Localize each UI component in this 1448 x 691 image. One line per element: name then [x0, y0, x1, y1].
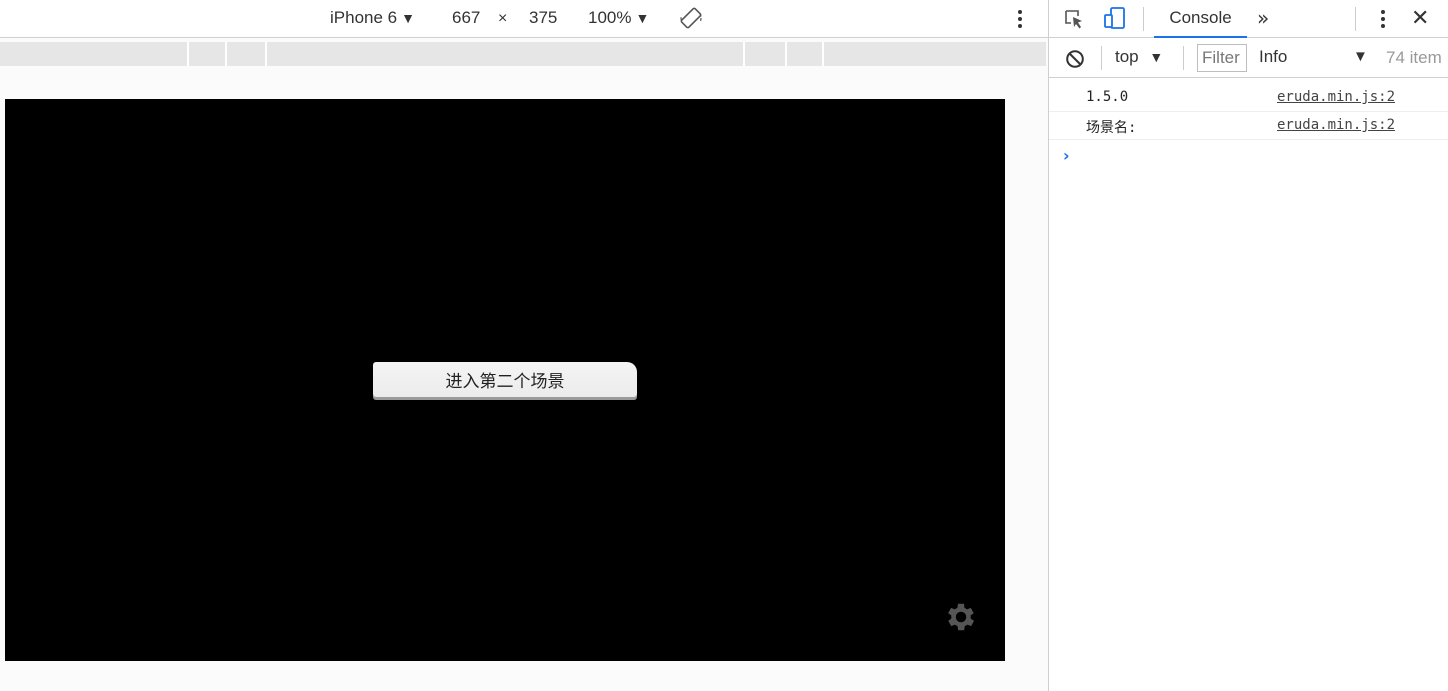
console-prompt-icon[interactable]: › — [1063, 146, 1070, 165]
device-emulation-panel: iPhone 6 ▼ 667 × 375 100% ▼ 进入第二个场景 — [0, 0, 1048, 691]
times-symbol: × — [498, 10, 508, 27]
log-entry: 场景名: eruda.min.js:2 — [1049, 112, 1448, 140]
log-level-select[interactable]: Info — [1259, 47, 1287, 67]
log-source-link[interactable]: eruda.min.js:2 — [1277, 117, 1395, 133]
more-options-icon[interactable] — [1373, 6, 1393, 32]
device-select[interactable]: iPhone 6 ▼ — [330, 8, 415, 28]
toolbar-separator — [1143, 7, 1144, 31]
media-query-ruler[interactable] — [0, 42, 1046, 66]
gear-icon[interactable] — [943, 599, 979, 635]
ruler-divider — [743, 42, 745, 66]
more-options-icon[interactable] — [1010, 6, 1030, 32]
ruler-divider — [265, 42, 267, 66]
log-message: 场景名: — [1086, 120, 1137, 136]
toolbar-separator — [1101, 46, 1102, 70]
ruler-divider — [822, 42, 824, 66]
filter-input[interactable]: Filter — [1197, 44, 1247, 72]
toolbar-separator — [1355, 7, 1356, 31]
dropdown-arrow-icon: ▼ — [635, 10, 650, 26]
dropdown-arrow-icon[interactable]: ▼ — [1353, 48, 1368, 65]
more-tabs-icon[interactable]: » — [1257, 6, 1269, 30]
dropdown-arrow-icon: ▼ — [401, 10, 415, 26]
zoom-select[interactable]: 100% ▼ — [588, 8, 649, 28]
ruler-divider — [187, 42, 189, 66]
dropdown-arrow-icon: ▼ — [1149, 49, 1164, 65]
toolbar-separator — [1183, 46, 1184, 70]
tab-console[interactable]: Console — [1154, 0, 1247, 38]
item-count: 74 item — [1386, 48, 1442, 67]
device-name: iPhone 6 — [330, 8, 398, 27]
ruler-divider — [225, 42, 227, 66]
clear-console-icon[interactable] — [1065, 49, 1085, 69]
inspect-element-icon[interactable] — [1063, 8, 1085, 30]
log-message: 1.5.0 — [1086, 89, 1129, 105]
context-select[interactable]: top ▼ — [1115, 47, 1163, 67]
log-entry: 1.5.0 eruda.min.js:2 — [1049, 84, 1448, 112]
height-input[interactable]: 375 — [529, 8, 557, 28]
width-input[interactable]: 667 — [452, 8, 480, 28]
log-source-link[interactable]: eruda.min.js:2 — [1277, 89, 1395, 105]
console-toolbar: top ▼ Filter Info ▼ 74 item — [1049, 39, 1448, 78]
ruler-divider — [785, 42, 787, 66]
device-toolbar: iPhone 6 ▼ 667 × 375 100% ▼ — [0, 0, 1048, 38]
devtools-toolbar: Console » ✕ — [1049, 0, 1448, 38]
console-log: 1.5.0 eruda.min.js:2 场景名: eruda.min.js:2 — [1049, 84, 1448, 140]
enter-second-scene-button[interactable]: 进入第二个场景 — [373, 362, 637, 397]
zoom-value: 100% — [588, 8, 632, 27]
rotate-icon[interactable] — [679, 6, 703, 30]
game-viewport[interactable]: 进入第二个场景 — [5, 99, 1005, 661]
device-toggle-icon[interactable] — [1102, 5, 1128, 31]
close-icon[interactable]: ✕ — [1411, 6, 1429, 31]
devtools-panel: Console » ✕ top ▼ Filter Info ▼ 74 item … — [1048, 0, 1448, 691]
context-value: top — [1115, 47, 1139, 66]
